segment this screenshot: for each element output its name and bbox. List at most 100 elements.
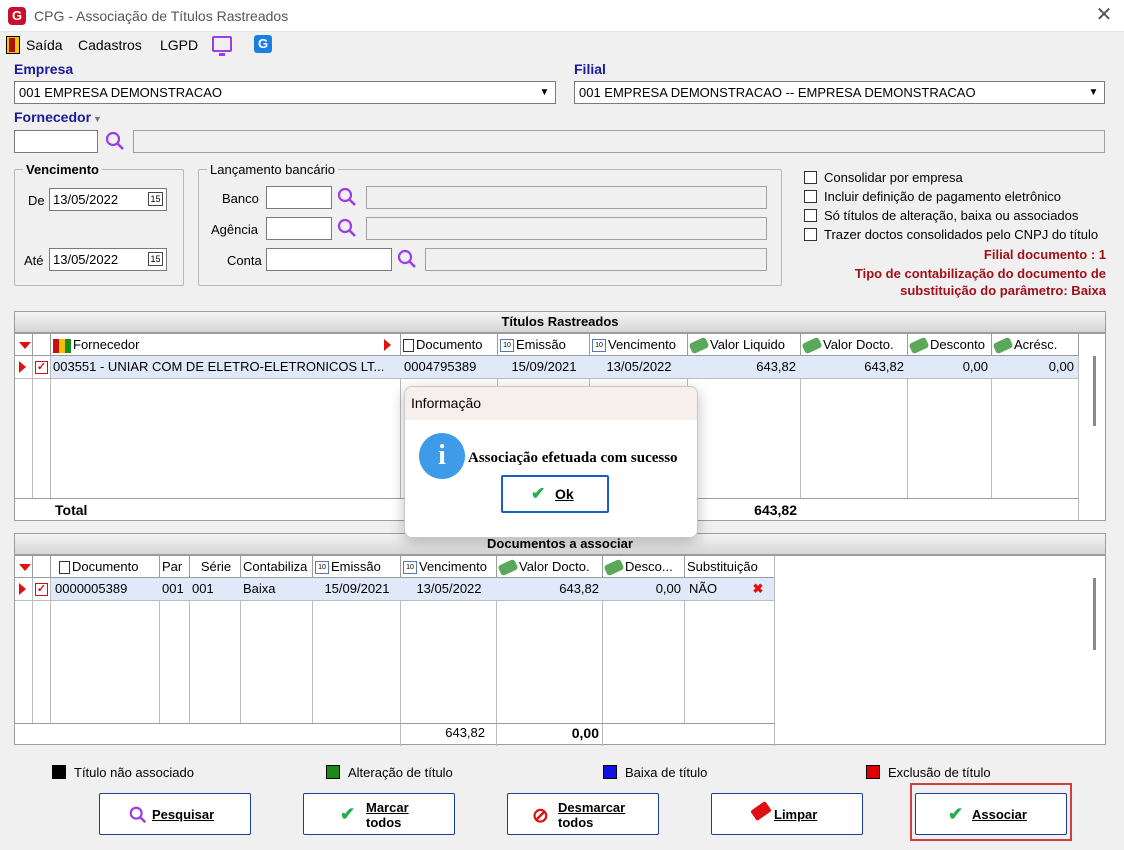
table-row[interactable]: 003551 - UNIAR COM DE ELETRO-ELETRONICOS… (51, 356, 1078, 378)
cell-substituicao: NÃO (689, 581, 718, 596)
checkbox[interactable] (804, 171, 817, 184)
legend-label: Baixa de título (625, 765, 708, 780)
col-par[interactable]: Par (160, 556, 190, 578)
vertical-scrollbar[interactable] (1093, 578, 1096, 650)
empresa-select[interactable]: 001 EMPRESA DEMONSTRACAO ▼ (14, 81, 556, 104)
option-so-titulos[interactable]: Só títulos de alteração, baixa ou associ… (804, 206, 1114, 225)
button-label-line1: Desmarcar (558, 800, 626, 815)
col-fornecedor[interactable]: Fornecedor (51, 334, 401, 356)
col-vencimento[interactable]: 10 Vencimento (401, 556, 497, 578)
agencia-name-field (366, 217, 767, 240)
legend-exclusao: Exclusão de título (866, 765, 991, 780)
filial-select[interactable]: 001 EMPRESA DEMONSTRACAO -- EMPRESA DEMO… (574, 81, 1105, 104)
row-pointer-icon (19, 361, 26, 373)
option-trazer-doctos[interactable]: Trazer doctos consolidados pelo CNPJ do … (804, 225, 1114, 244)
dialog-message: Associação efetuada com sucesso (468, 450, 678, 466)
table-row[interactable]: 0000005389 001 001 Baixa 15/09/2021 13/0… (51, 578, 774, 600)
pesquisar-button[interactable]: Pesquisar (99, 793, 251, 835)
menu-bar: Saída Cadastros LGPD G (0, 32, 1124, 58)
marcar-todos-button[interactable]: ✔ Marcar todos (303, 793, 455, 835)
search-icon[interactable] (396, 248, 418, 270)
legend-label: Exclusão de título (888, 765, 991, 780)
filial-value: 001 EMPRESA DEMONSTRACAO -- EMPRESA DEMO… (579, 85, 976, 100)
vencimento-legend: Vencimento (26, 162, 99, 177)
col-valor-docto[interactable]: Valor Docto. (497, 556, 603, 578)
menu-lgpd[interactable]: LGPD (160, 37, 198, 53)
option-label: Só títulos de alteração, baixa ou associ… (824, 208, 1079, 223)
cell-desconto: 0,00 (962, 359, 988, 374)
checkbox[interactable] (804, 209, 817, 222)
info-icon: i (419, 433, 465, 479)
total-label: Total (55, 502, 88, 518)
legend-alteracao: Alteração de título (326, 765, 453, 780)
col-acresc[interactable]: Acrésc. (992, 334, 1079, 356)
calendar-icon: 10 (403, 561, 417, 575)
limpar-button[interactable]: Limpar (711, 793, 863, 835)
col-serie[interactable]: Série (190, 556, 241, 578)
exit-door-icon[interactable] (6, 36, 20, 54)
vencimento-de-input[interactable]: 13/05/2022 15 (49, 188, 167, 211)
col-valor-docto[interactable]: Valor Docto. (801, 334, 908, 356)
vencimento-ate-input[interactable]: 13/05/2022 15 (49, 248, 167, 271)
cell-par: 001 (162, 581, 184, 596)
no-entry-icon: ⊘ (532, 805, 549, 827)
conta-input[interactable] (266, 248, 392, 271)
row-checkbox[interactable]: ✓ (35, 361, 48, 374)
calendar-icon[interactable]: 15 (148, 192, 163, 206)
row-checkbox[interactable]: ✓ (35, 583, 48, 596)
col-vencimento[interactable]: 10 Vencimento (590, 334, 688, 356)
document-icon (403, 339, 414, 353)
agencia-input[interactable] (266, 217, 332, 240)
eraser-icon (750, 800, 772, 822)
associar-button[interactable]: ✔ Associar (915, 793, 1067, 835)
col-valor-liquido[interactable]: Valor Liquido (688, 334, 801, 356)
col-desconto[interactable]: Desco... (603, 556, 685, 578)
info-dialog: Informação i Associação efetuada com suc… (404, 386, 698, 538)
col-documento[interactable]: Documento (51, 556, 160, 578)
option-pagamento-eletronico[interactable]: Incluir definição de pagamento eletrônic… (804, 187, 1114, 206)
col-contabiliza[interactable]: Contabiliza (241, 556, 313, 578)
search-icon[interactable] (336, 186, 358, 208)
col-desconto[interactable]: Desconto (908, 334, 992, 356)
cell-valor-docto: 643,82 (559, 581, 599, 596)
conta-label: Conta (227, 253, 262, 268)
check-icon: ✔ (531, 484, 546, 503)
search-icon[interactable] (336, 217, 358, 239)
chevron-down-icon[interactable]: ▼ (1085, 84, 1102, 101)
cell-documento: 0000005389 (55, 581, 128, 596)
close-icon[interactable]: ✕ (1093, 4, 1115, 26)
checkbox[interactable] (804, 190, 817, 203)
cell-valor-docto: 643,82 (864, 359, 904, 374)
desmarcar-todos-button[interactable]: ⊘ Desmarcar todos (507, 793, 659, 835)
total-desconto: 0,00 (571, 725, 599, 741)
header-label: Documento (416, 337, 483, 352)
header-label: Acrésc. (1014, 337, 1058, 352)
dialog-title: Informação (405, 387, 697, 420)
legend-swatch (866, 765, 880, 779)
checkbox[interactable] (804, 228, 817, 241)
g-app-icon[interactable]: G (254, 35, 272, 53)
chevron-down-icon[interactable]: ▼ (536, 84, 553, 101)
menu-saida[interactable]: Saída (26, 37, 63, 53)
delete-x-icon[interactable]: ✖ (751, 578, 765, 600)
header-label: Vencimento (419, 559, 487, 574)
app-logo-icon: G (8, 7, 26, 25)
option-consolidar[interactable]: Consolidar por empresa (804, 168, 1114, 187)
col-substituicao[interactable]: Substituição (685, 556, 775, 578)
col-documento[interactable]: Documento (401, 334, 498, 356)
menu-cadastros[interactable]: Cadastros (78, 37, 142, 53)
calendar-icon: 10 (500, 339, 514, 353)
monitor-icon[interactable] (212, 36, 232, 56)
calendar-icon[interactable]: 15 (148, 252, 163, 266)
fornecedor-code-input[interactable] (14, 130, 98, 153)
col-emissao[interactable]: 10 Emissão (313, 556, 401, 578)
column-arrow-icon (384, 339, 391, 351)
search-icon[interactable] (104, 130, 126, 152)
header-label: Fornecedor (73, 337, 140, 352)
vertical-scrollbar[interactable] (1093, 356, 1096, 426)
banco-input[interactable] (266, 186, 332, 209)
col-emissao[interactable]: 10 Emissão (498, 334, 590, 356)
banco-label: Banco (222, 191, 259, 206)
legend-baixa: Baixa de título (603, 765, 707, 780)
ok-button[interactable]: ✔ Ok (501, 475, 609, 513)
